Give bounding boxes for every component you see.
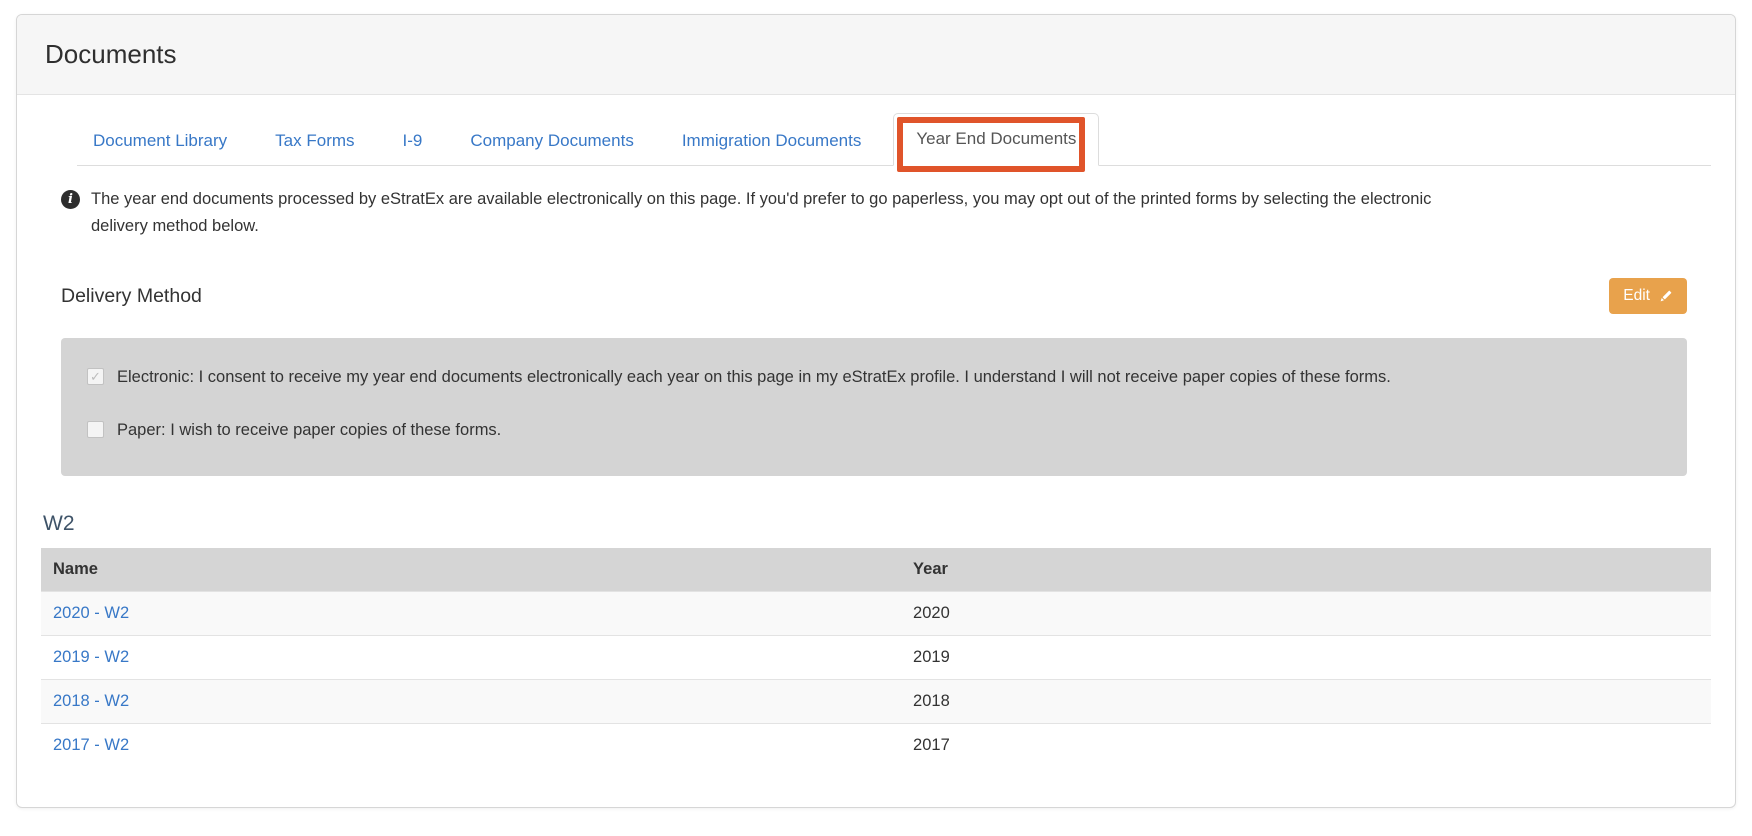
table-row: 2018 - W2 2018	[41, 679, 1711, 723]
document-tabs: Document Library Tax Forms I-9 Company D…	[77, 113, 1711, 166]
w2-document-link-2019[interactable]: 2019 - W2	[53, 648, 129, 666]
w2-document-link-2020[interactable]: 2020 - W2	[53, 604, 129, 622]
paper-checkbox[interactable]	[87, 421, 104, 438]
electronic-checkbox[interactable]: ✓	[87, 368, 104, 385]
pencil-icon	[1658, 289, 1673, 304]
tab-i9[interactable]: I-9	[387, 117, 439, 165]
paper-option-row: Paper: I wish to receive paper copies of…	[87, 417, 1661, 444]
w2-document-link-2017[interactable]: 2017 - W2	[53, 736, 129, 754]
w2-table: Name Year 2020 - W2 2020 2019 - W2 2019 …	[41, 548, 1711, 767]
tab-company-documents[interactable]: Company Documents	[454, 117, 649, 165]
edit-button-label: Edit	[1623, 287, 1650, 305]
documents-panel: Documents Document Library Tax Forms I-9…	[16, 14, 1736, 808]
table-row: 2020 - W2 2020	[41, 591, 1711, 635]
electronic-option-label: Electronic: I consent to receive my year…	[117, 364, 1391, 391]
tab-tax-forms[interactable]: Tax Forms	[259, 117, 370, 165]
edit-button[interactable]: Edit	[1609, 278, 1687, 314]
delivery-method-heading: Delivery Method	[61, 285, 202, 308]
table-row: 2019 - W2 2019	[41, 635, 1711, 679]
w2-year-cell: 2020	[901, 591, 1711, 635]
info-text: The year end documents processed by eStr…	[91, 186, 1436, 240]
w2-document-link-2018[interactable]: 2018 - W2	[53, 692, 129, 710]
delivery-method-header-row: Delivery Method Edit	[61, 278, 1687, 314]
w2-year-cell: 2017	[901, 723, 1711, 767]
tab-immigration-documents[interactable]: Immigration Documents	[666, 117, 878, 165]
w2-year-cell: 2018	[901, 679, 1711, 723]
panel-body: Document Library Tax Forms I-9 Company D…	[17, 113, 1735, 767]
tab-year-end-documents[interactable]: Year End Documents	[893, 113, 1099, 166]
delivery-method-section: Delivery Method Edit ✓	[61, 278, 1687, 475]
electronic-option-row: ✓ Electronic: I consent to receive my ye…	[87, 364, 1661, 391]
tab-document-library[interactable]: Document Library	[77, 117, 243, 165]
page-title: Documents	[17, 15, 1735, 95]
paper-option-label: Paper: I wish to receive paper copies of…	[117, 417, 501, 444]
table-row: 2017 - W2 2017	[41, 723, 1711, 767]
info-banner: i The year end documents processed by eS…	[61, 186, 1711, 240]
w2-column-name: Name	[41, 548, 901, 592]
info-icon: i	[61, 190, 80, 209]
w2-column-year: Year	[901, 548, 1711, 592]
tab-year-end-documents-label: Year End Documents	[916, 129, 1076, 148]
w2-table-header-row: Name Year	[41, 548, 1711, 592]
delivery-options-box: ✓ Electronic: I consent to receive my ye…	[61, 338, 1687, 475]
w2-year-cell: 2019	[901, 635, 1711, 679]
w2-section-heading: W2	[43, 512, 1711, 536]
